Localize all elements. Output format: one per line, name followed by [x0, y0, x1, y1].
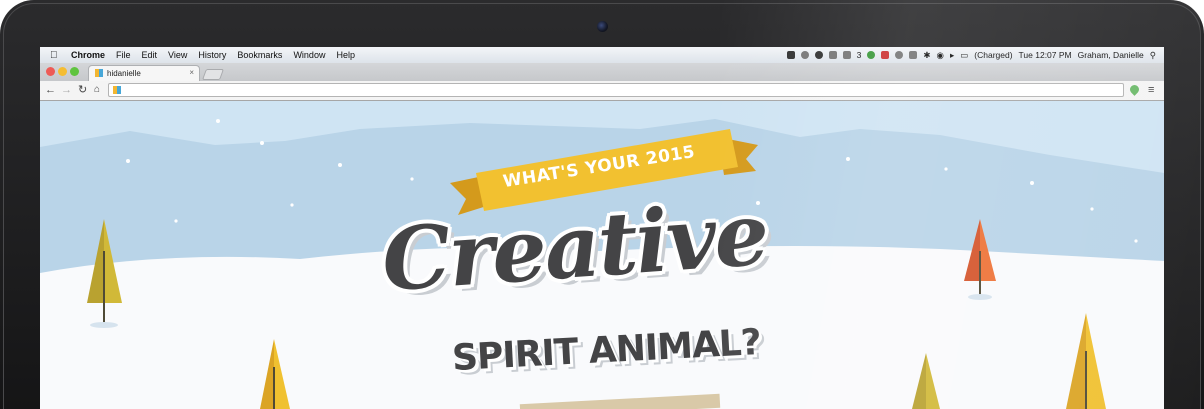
browser-toolbar: ← → ↻ ⌂ ≡ — [40, 81, 1164, 101]
menu-history[interactable]: History — [198, 50, 226, 60]
volume-icon[interactable]: ▸ — [950, 50, 954, 61]
clock-text[interactable]: Tue 12:07 PM — [1019, 50, 1072, 60]
menu-bar:  Chrome File Edit View History Bookmark… — [40, 47, 1164, 63]
menu-window[interactable]: Window — [293, 50, 325, 60]
forward-icon[interactable]: → — [61, 84, 72, 96]
headline: Creative — [378, 183, 771, 312]
extension-icon[interactable] — [1128, 83, 1141, 96]
chrome-menu-icon[interactable]: ≡ — [1148, 84, 1154, 96]
screen:  Chrome File Edit View History Bookmark… — [40, 47, 1164, 409]
evernote-icon[interactable] — [786, 51, 795, 59]
battery-status: (Charged) — [974, 50, 1013, 60]
sync-icon[interactable] — [867, 51, 876, 59]
shield-icon[interactable] — [881, 51, 890, 59]
menu-file[interactable]: File — [116, 50, 131, 60]
bluetooth-icon[interactable]: ✱ — [923, 50, 930, 61]
wifi-icon[interactable]: ◉ — [937, 50, 944, 61]
zoom-window-button[interactable] — [70, 67, 79, 76]
site-icon — [113, 86, 121, 94]
menu-help[interactable]: Help — [336, 50, 355, 60]
close-tab-icon[interactable]: × — [189, 68, 194, 77]
battery-icon[interactable]: ▭ — [960, 50, 968, 61]
user-name[interactable]: Graham, Danielle — [1078, 50, 1144, 60]
menu-bookmarks[interactable]: Bookmarks — [237, 50, 282, 60]
web-page: WHAT'S YOUR 2015 Creative SPIRIT ANIMAL? — [40, 101, 1164, 409]
back-icon[interactable]: ← — [45, 84, 56, 96]
new-tab-button[interactable] — [201, 69, 225, 80]
favicon-icon — [95, 69, 103, 77]
tab-title: hidanielle — [107, 69, 141, 78]
browser-tab[interactable]: hidanielle × — [88, 65, 200, 81]
menu-edit[interactable]: Edit — [142, 50, 158, 60]
drive-icon[interactable] — [842, 51, 851, 59]
clock-icon[interactable] — [895, 51, 904, 59]
screen-icon[interactable] — [909, 51, 918, 59]
dropbox-icon[interactable] — [828, 51, 837, 59]
menu-view[interactable]: View — [168, 50, 187, 60]
tab-strip: hidanielle × — [40, 63, 1164, 81]
menu-app-name[interactable]: Chrome — [71, 50, 105, 60]
close-window-button[interactable] — [46, 67, 55, 76]
search-icon[interactable]: ⚲ — [1150, 50, 1156, 61]
home-icon[interactable]: ⌂ — [94, 84, 100, 96]
status-area: 3 ✱ ◉ ▸ ▭ (Charged) Tue 12:07 PM Graham,… — [786, 47, 1156, 63]
webcam-icon — [597, 21, 608, 32]
bell-icon[interactable] — [800, 51, 809, 59]
minimize-window-button[interactable] — [58, 67, 67, 76]
address-bar[interactable] — [108, 83, 1124, 97]
speech-icon[interactable] — [814, 51, 823, 59]
reload-icon[interactable]: ↻ — [78, 84, 87, 96]
notification-count: 3 — [856, 50, 862, 60]
apple-icon[interactable]:  — [50, 50, 62, 61]
